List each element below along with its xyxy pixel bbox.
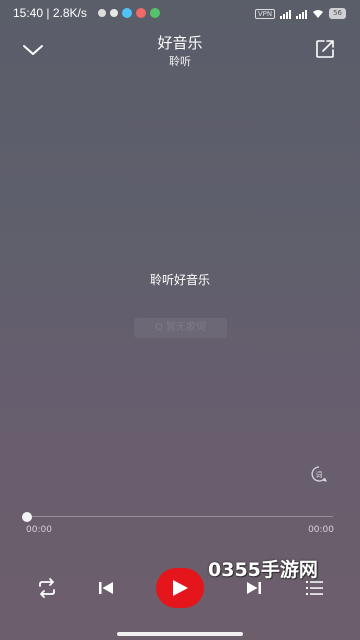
previous-button[interactable] (93, 575, 119, 601)
signal-icon (280, 9, 292, 19)
share-button[interactable] (314, 38, 338, 62)
repeat-button[interactable] (34, 575, 60, 601)
repeat-icon (39, 578, 55, 598)
watermark: 0355手游网 (208, 559, 318, 581)
app-notification-icon (122, 8, 132, 18)
home-indicator[interactable] (117, 632, 243, 636)
search-lyrics-button[interactable]: Q 暂无歌词 (134, 318, 227, 338)
song-title: 聆听好音乐 (149, 273, 210, 287)
progress-bar[interactable] (27, 516, 333, 517)
notification-icon (98, 9, 106, 17)
lyrics-button[interactable]: 词 (309, 464, 329, 484)
total-time: 00:00 (308, 525, 334, 535)
signal-icon (296, 9, 308, 19)
alarm-icon (110, 9, 118, 17)
current-time: 00:00 (26, 525, 52, 535)
battery-indicator: 56 (329, 8, 346, 19)
app-notification-icon (136, 8, 146, 18)
svg-text:词: 词 (316, 471, 323, 479)
play-icon (173, 580, 188, 596)
status-time: 15:40 | 2.8K/s (13, 6, 87, 20)
progress-thumb[interactable] (22, 512, 32, 522)
page-title: 好音乐 (157, 34, 203, 52)
status-notification-icons (98, 8, 160, 18)
wifi-icon (313, 9, 324, 18)
vpn-badge: VPN (254, 8, 276, 19)
lyrics-icon: 词 (311, 466, 327, 482)
play-button[interactable] (156, 568, 204, 608)
app-notification-icon (150, 8, 160, 18)
status-bar: 15:40 | 2.8K/s VPN 56 (0, 0, 360, 26)
share-icon (316, 40, 334, 58)
skip-previous-icon (99, 582, 113, 594)
page-subtitle: 聆听 (169, 55, 191, 68)
